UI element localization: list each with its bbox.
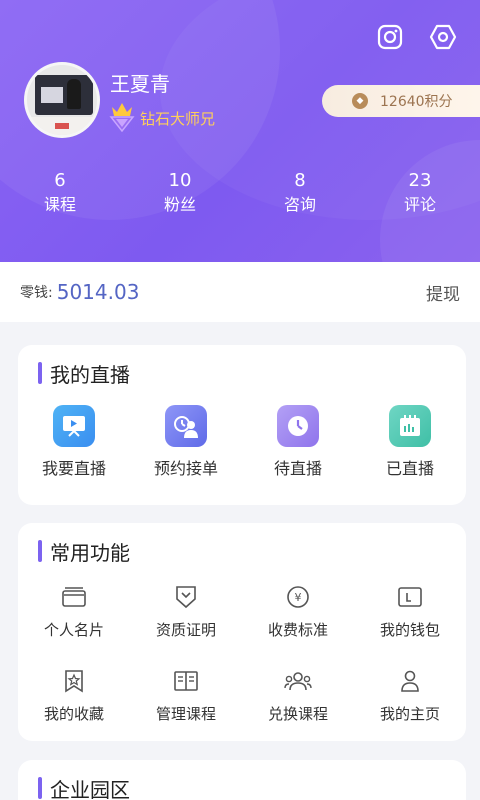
func-label: 收费标准 <box>267 621 328 639</box>
balance-value: 5014.03 <box>56 280 140 304</box>
balance-label: 零钱: <box>20 285 53 301</box>
stat-label: 咨询 <box>283 195 316 214</box>
card-title: 我的直播 <box>38 359 130 387</box>
stat-label: 评论 <box>403 195 436 214</box>
qualification-button[interactable]: 资质证明 <box>130 583 242 667</box>
enterprise-park-card: 企业园区 <box>18 760 466 800</box>
stat-value: 6 <box>54 170 66 191</box>
common-functions-card: 常用功能 个人名片 资质证明 ¥ 收费标准 我的钱包 我的收藏 管理课程 兑换课… <box>18 523 466 741</box>
stat-comments[interactable]: 23 评论 <box>360 170 480 218</box>
my-homepage-button[interactable]: 我的主页 <box>354 667 466 751</box>
clock-icon <box>277 405 319 447</box>
live-item-label: 已直播 <box>385 459 434 478</box>
booking-button[interactable]: 预约接单 <box>130 405 242 479</box>
favorites-button[interactable]: 我的收藏 <box>18 667 130 751</box>
stat-label: 课程 <box>43 195 76 214</box>
card-icon <box>60 583 88 611</box>
my-live-card: 我的直播 我要直播 预约接单 待直播 已直播 <box>18 345 466 505</box>
user-icon <box>396 667 424 695</box>
func-label: 我的钱包 <box>379 621 440 639</box>
book-icon <box>172 667 200 695</box>
stat-consults[interactable]: 8 咨询 <box>240 170 360 218</box>
wallet-icon <box>396 583 424 611</box>
coin-icon: ◆ <box>352 93 368 109</box>
manage-courses-button[interactable]: 管理课程 <box>130 667 242 751</box>
points-value: 12640积分 <box>380 94 453 110</box>
live-item-label: 预约接单 <box>153 459 218 478</box>
certificate-icon <box>172 583 200 611</box>
card-title-text: 常用功能 <box>50 540 130 565</box>
wallet-button[interactable]: 我的钱包 <box>354 583 466 667</box>
title-accent-bar <box>38 540 42 562</box>
stats-row: 6 课程 10 粉丝 8 咨询 23 评论 <box>0 170 480 218</box>
redeem-courses-button[interactable]: 兑换课程 <box>242 667 354 751</box>
settings-icon[interactable] <box>428 22 458 52</box>
stat-value: 8 <box>294 170 306 191</box>
card-title-text: 我的直播 <box>50 362 130 387</box>
live-start-button[interactable]: 我要直播 <box>18 405 130 479</box>
stat-fans[interactable]: 10 粉丝 <box>120 170 240 218</box>
stat-courses[interactable]: 6 课程 <box>0 170 120 218</box>
crown-badge-icon <box>109 100 135 133</box>
balance-bar: 零钱: 5014.03 提现 <box>0 262 480 322</box>
points-pill[interactable]: ◆ 12640积分 <box>322 85 480 117</box>
calendar-icon <box>389 405 431 447</box>
booking-icon <box>165 405 207 447</box>
title-accent-bar <box>38 362 42 384</box>
avatar[interactable] <box>24 62 100 138</box>
func-label: 管理课程 <box>155 705 216 723</box>
fee-standard-button[interactable]: ¥ 收费标准 <box>242 583 354 667</box>
camera-icon[interactable] <box>375 22 405 52</box>
func-label: 资质证明 <box>155 621 216 639</box>
live-item-label: 我要直播 <box>41 459 106 478</box>
pending-live-button[interactable]: 待直播 <box>242 405 354 479</box>
svg-text:¥: ¥ <box>295 591 302 604</box>
username: 王夏青 <box>110 72 170 96</box>
stat-value: 23 <box>408 170 432 191</box>
title-accent-bar <box>38 777 42 799</box>
live-item-label: 待直播 <box>273 459 322 478</box>
stat-value: 10 <box>168 170 192 191</box>
card-title: 企业园区 <box>38 774 130 800</box>
bookmark-star-icon <box>60 667 88 695</box>
profile-header: 王夏青 钻石大师兄 ◆ 12640积分 6 课程 10 粉丝 8 咨询 23 评… <box>0 0 480 262</box>
business-card-button[interactable]: 个人名片 <box>18 583 130 667</box>
level-badge-text: 钻石大师兄 <box>140 110 216 128</box>
card-title: 常用功能 <box>38 537 130 565</box>
finished-live-button[interactable]: 已直播 <box>354 405 466 479</box>
func-label: 我的主页 <box>379 705 440 723</box>
func-label: 个人名片 <box>43 621 104 639</box>
withdraw-button[interactable]: 提现 <box>426 280 460 305</box>
yen-icon: ¥ <box>284 583 312 611</box>
func-label: 我的收藏 <box>43 705 104 723</box>
card-title-text: 企业园区 <box>50 777 130 800</box>
group-icon <box>284 667 312 695</box>
func-label: 兑换课程 <box>267 705 328 723</box>
stat-label: 粉丝 <box>163 195 196 214</box>
live-broadcast-icon <box>53 405 95 447</box>
